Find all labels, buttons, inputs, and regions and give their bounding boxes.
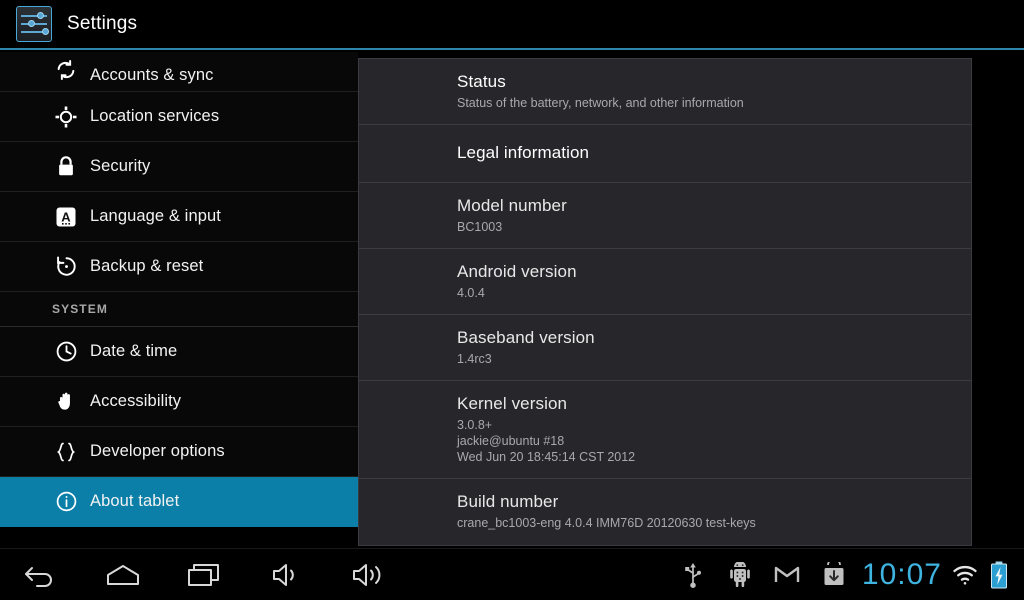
backup-reset-icon [52,253,80,281]
pref-row-baseband-version: Baseband version 1.4rc3 [359,315,971,381]
pref-title: Build number [457,492,559,511]
pref-title: Kernel version [457,394,568,413]
sidebar-item-label: Date & time [90,342,178,360]
download-icon [811,549,858,600]
status-icons-group: 10:07 [670,549,1016,600]
home-button[interactable] [82,549,164,600]
pref-row-legal-information[interactable]: Legal information [359,125,971,183]
pref-title: Android version [457,262,577,281]
sidebar-item-about-tablet[interactable]: About tablet [0,477,358,527]
sidebar-item-label: Developer options [90,442,225,460]
sidebar-item-developer-options[interactable]: Developer options [0,427,358,477]
settings-sliders-icon [16,6,52,42]
keyboard-a-icon: A [52,203,80,231]
android-settings-screen: Settings Accounts & sync Location servic… [0,0,1024,600]
nav-buttons-group [0,549,410,600]
pref-title: Legal information [457,143,590,162]
usb-icon [670,549,717,600]
sidebar-item-language-input[interactable]: A Language & input [0,192,358,242]
android-debug-icon [717,549,764,600]
sidebar-item-label: Language & input [90,207,221,225]
sidebar-item-label: Backup & reset [90,257,204,275]
wifi-icon [948,549,982,600]
about-tablet-panel: Status Status of the battery, network, a… [358,58,972,546]
sidebar-item-security[interactable]: Security [0,142,358,192]
sidebar-item-label: Accessibility [90,392,182,410]
sidebar-section-system: SYSTEM [0,292,358,327]
pref-row-android-version: Android version 4.0.4 [359,249,971,315]
sidebar-item-label: About tablet [90,492,180,510]
pref-value: 3.0.8+ jackie@ubuntu #18 Wed Jun 20 18:4… [457,418,636,464]
page-title: Settings [67,13,138,34]
sidebar-item-label: Accounts & sync [90,66,214,84]
volume-down-button[interactable] [246,549,328,600]
settings-sidebar[interactable]: Accounts & sync Location services Securi… [0,52,358,548]
pref-value: BC1003 [457,220,503,234]
sync-icon [52,56,80,84]
svg-text:A: A [61,209,71,224]
pref-value: 1.4rc3 [457,352,492,366]
sidebar-item-backup-reset[interactable]: Backup & reset [0,242,358,292]
recents-button[interactable] [164,549,246,600]
sidebar-item-label: Security [90,157,151,175]
back-button[interactable] [0,549,82,600]
volume-up-button[interactable] [328,549,410,600]
pref-row-model-number: Model number BC1003 [359,183,971,249]
gmail-icon [764,549,811,600]
pref-row-kernel-version: Kernel version 3.0.8+ jackie@ubuntu #18 … [359,381,971,479]
location-icon [52,103,80,131]
pref-title: Status [457,72,506,91]
system-navigation-bar: 10:07 [0,548,1024,600]
status-clock: 10:07 [861,558,942,591]
pref-value: crane_bc1003-eng 4.0.4 IMM76D 20120630 t… [457,516,756,530]
info-circle-icon [52,488,80,516]
sidebar-item-date-time[interactable]: Date & time [0,327,358,377]
sidebar-item-accessibility[interactable]: Accessibility [0,377,358,427]
pref-title: Baseband version [457,328,595,347]
braces-icon [52,438,80,466]
lock-icon [52,153,80,181]
pref-title: Model number [457,196,567,215]
title-bar: Settings [0,0,1024,50]
pref-row-build-number: Build number crane_bc1003-eng 4.0.4 IMM7… [359,479,971,544]
pref-row-status[interactable]: Status Status of the battery, network, a… [359,59,971,125]
hand-icon [52,388,80,416]
sidebar-item-location-services[interactable]: Location services [0,92,358,142]
pref-value: 4.0.4 [457,286,485,300]
sidebar-item-accounts-sync[interactable]: Accounts & sync [0,52,358,92]
battery-charging-icon [982,549,1016,600]
sidebar-item-label: Location services [90,107,220,125]
pref-value: Status of the battery, network, and othe… [457,96,744,110]
clock-icon [52,338,80,366]
